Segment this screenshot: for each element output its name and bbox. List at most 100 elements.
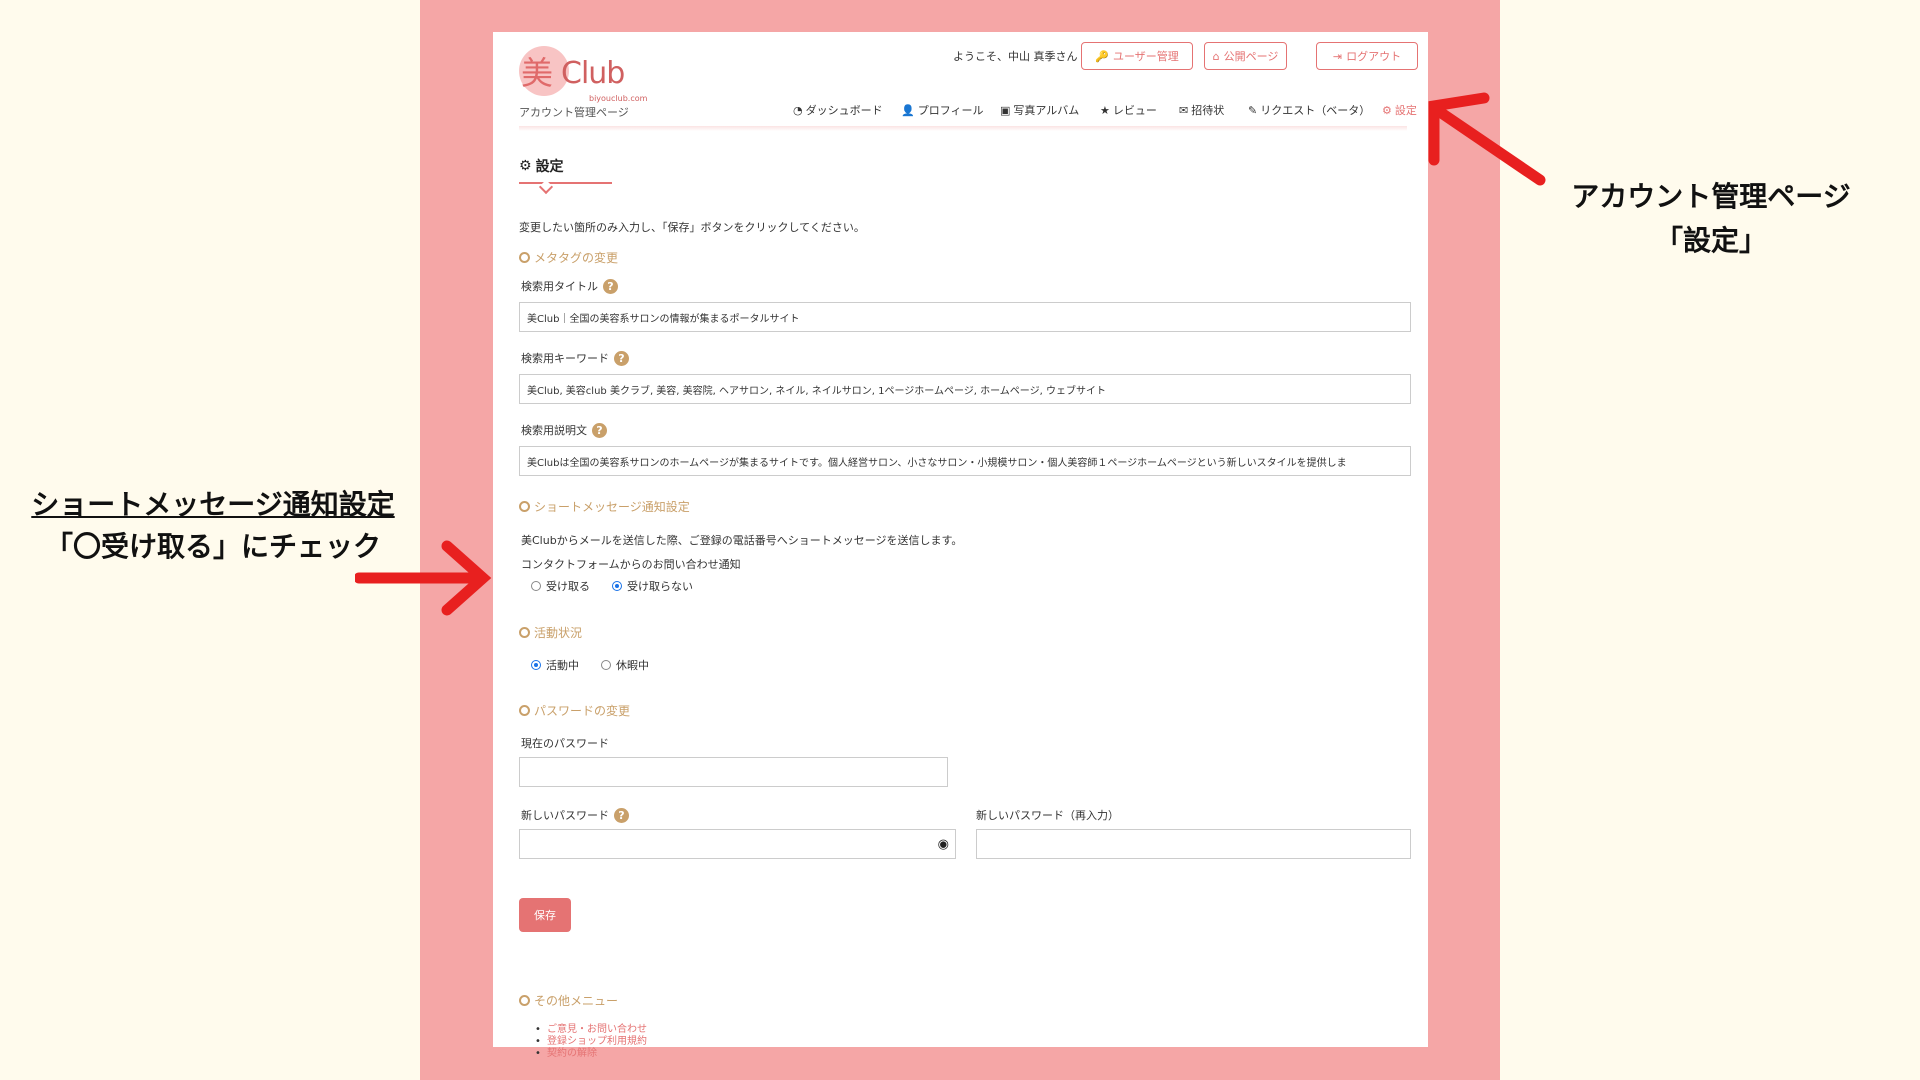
menu-link-terms[interactable]: 登録ショップ利用規約 (535, 1036, 647, 1048)
arrow-to-settings (1428, 92, 1546, 186)
title-underline (519, 182, 612, 184)
nav-divider (519, 126, 1407, 131)
sms-group-heading: ショートメッセージ通知設定 (519, 498, 690, 515)
account-settings-page: 美 Club biyouclub.com アカウント管理ページ ようこそ、中山 … (493, 32, 1428, 1060)
radio-rest-dot[interactable] (601, 660, 611, 670)
ring-icon (519, 501, 530, 512)
current-password-label-text: 現在のパスワード (521, 737, 609, 750)
arrow-to-sms-radio (355, 540, 492, 616)
site-logo[interactable]: 美 Club biyouclub.com (519, 42, 647, 103)
annotation-sms-line1: ショートメッセージ通知設定 (31, 488, 395, 521)
welcome-text: ようこそ、中山 真季さん (953, 50, 1078, 63)
new-password-confirm-label-text: 新しいパスワード（再入力） (976, 809, 1119, 822)
nav-settings-label: 設定 (1394, 104, 1417, 117)
search-title-label-text: 検索用タイトル (521, 280, 598, 293)
radio-rest-label: 休暇中 (616, 659, 649, 672)
nav-profile[interactable]: 👤 プロフィール (901, 102, 983, 118)
annotation-settings: アカウント管理ページ 「設定」 (1556, 175, 1866, 263)
intro-text: 変更したい箇所のみ入力し、「保存」ボタンをクリックしてください。 (519, 221, 865, 234)
menu-link-cancel-contract[interactable]: 契約の解除 (535, 1048, 647, 1060)
keywords-label-text: 検索用キーワード (521, 352, 609, 365)
image-icon: ▣ (1000, 103, 1011, 117)
help-icon[interactable]: ? (592, 422, 607, 438)
radio-rest[interactable]: 休暇中 (601, 657, 649, 673)
nav-review[interactable]: ★ レビュー (1100, 102, 1157, 118)
public-page-button[interactable]: ⌂ 公開ページ (1204, 42, 1287, 70)
radio-receive-label: 受け取る (546, 580, 590, 593)
save-button[interactable]: 保存 (519, 898, 571, 932)
help-icon[interactable]: ? (603, 278, 618, 294)
nav-invitation[interactable]: ✉ 招待状 (1179, 102, 1224, 118)
nav-profile-label: プロフィール (917, 104, 984, 117)
sms-heading-text: ショートメッセージ通知設定 (534, 500, 690, 514)
radio-receive-dot[interactable] (531, 581, 541, 591)
new-password-confirm-label: 新しいパスワード（再入力） (976, 807, 1119, 823)
description-label-text: 検索用説明文 (521, 424, 587, 437)
other-menu-list: ご意見・お問い合わせ 登録ショップ利用規約 契約の解除 (535, 1024, 647, 1060)
ring-icon (519, 252, 530, 263)
logout-icon: ⇥ (1332, 49, 1343, 63)
search-title-label: 検索用タイトル ? (521, 278, 618, 294)
logout-button[interactable]: ⇥ ログアウト (1316, 42, 1418, 70)
gear-icon: ⚙ (519, 158, 532, 174)
page-title: ⚙ 設定 (519, 156, 564, 176)
contact-notice-label: コンタクトフォームからのお問い合わせ通知 (521, 558, 741, 571)
user-manage-button[interactable]: 🔑 ユーザー管理 (1081, 42, 1193, 70)
radio-not-receive-label: 受け取らない (627, 580, 693, 593)
ring-icon (519, 705, 530, 716)
new-password-label: 新しいパスワード ? (521, 807, 629, 823)
radio-active-label: 活動中 (546, 659, 579, 672)
nav-request[interactable]: ✎ リクエスト（ベータ） (1248, 102, 1370, 118)
keywords-input[interactable]: 美Club, 美容club 美クラブ, 美容, 美容院, ヘアサロン, ネイル,… (519, 374, 1411, 404)
user-manage-label: ユーザー管理 (1112, 50, 1179, 63)
radio-receive[interactable]: 受け取る (531, 578, 590, 594)
other-menu-heading-text: その他メニュー (534, 994, 619, 1008)
description-input[interactable]: 美Clubは全国の美容系サロンのホームページが集まるサイトです。個人経営サロン、… (519, 446, 1411, 476)
logo-word: Club (561, 56, 625, 91)
logo-kanji: 美 (521, 54, 554, 92)
gear-icon: ⚙ (1382, 103, 1392, 117)
help-icon[interactable]: ? (614, 350, 629, 366)
menu-link-feedback[interactable]: ご意見・お問い合わせ (535, 1024, 647, 1036)
logout-label: ログアウト (1346, 50, 1402, 63)
dashboard-icon: ◔ (793, 103, 803, 117)
status-radio-group: 活動中 休暇中 (531, 657, 649, 673)
other-menu-heading: その他メニュー (519, 992, 618, 1009)
nav-invitation-label: 招待状 (1191, 104, 1225, 117)
annotation-settings-line1: アカウント管理ページ (1571, 180, 1851, 213)
description-label: 検索用説明文 ? (521, 422, 607, 438)
eye-icon[interactable]: ◉ (938, 837, 949, 852)
radio-not-receive-dot[interactable] (612, 581, 622, 591)
edit-icon: ✎ (1248, 103, 1258, 117)
current-password-label: 現在のパスワード (521, 735, 609, 751)
sms-radio-group: 受け取る 受け取らない (531, 578, 693, 594)
ring-icon (519, 995, 530, 1006)
nav-dashboard[interactable]: ◔ ダッシュボード (793, 102, 883, 118)
star-icon: ★ (1100, 103, 1110, 117)
new-password-label-text: 新しいパスワード (521, 809, 609, 822)
radio-active-dot[interactable] (531, 660, 541, 670)
search-title-input[interactable]: 美Club｜全国の美容系サロンの情報が集まるポータルサイト (519, 302, 1411, 332)
current-password-input[interactable] (519, 757, 948, 787)
status-group-heading: 活動状況 (519, 624, 582, 641)
envelope-icon: ✉ (1179, 103, 1189, 117)
nav-album-label: 写真アルバム (1013, 104, 1080, 117)
keywords-label: 検索用キーワード ? (521, 350, 629, 366)
home-icon: ⌂ (1212, 49, 1220, 63)
ring-icon (519, 627, 530, 638)
user-icon: 👤 (901, 103, 915, 117)
help-icon[interactable]: ? (614, 807, 629, 823)
sms-note: 美Clubからメールを送信した際、ご登録の電話番号へショートメッセージを送信しま… (521, 534, 963, 547)
key-icon: 🔑 (1095, 49, 1109, 63)
new-password-input[interactable]: ◉ (519, 829, 956, 859)
nav-album[interactable]: ▣ 写真アルバム (1000, 102, 1079, 118)
radio-active[interactable]: 活動中 (531, 657, 579, 673)
nav-settings[interactable]: ⚙ 設定 (1382, 102, 1417, 118)
radio-not-receive[interactable]: 受け取らない (612, 578, 693, 594)
meta-group-heading: メタタグの変更 (519, 249, 618, 266)
password-heading-text: パスワードの変更 (534, 704, 631, 718)
main-nav: ◔ ダッシュボード 👤 プロフィール ▣ 写真アルバム ★ レビュー ✉ 招待状 ✎ リクエ… (493, 102, 1428, 122)
new-password-confirm-input[interactable] (976, 829, 1411, 859)
nav-review-label: レビュー (1112, 104, 1157, 117)
nav-request-label: リクエスト（ベータ） (1260, 104, 1371, 117)
